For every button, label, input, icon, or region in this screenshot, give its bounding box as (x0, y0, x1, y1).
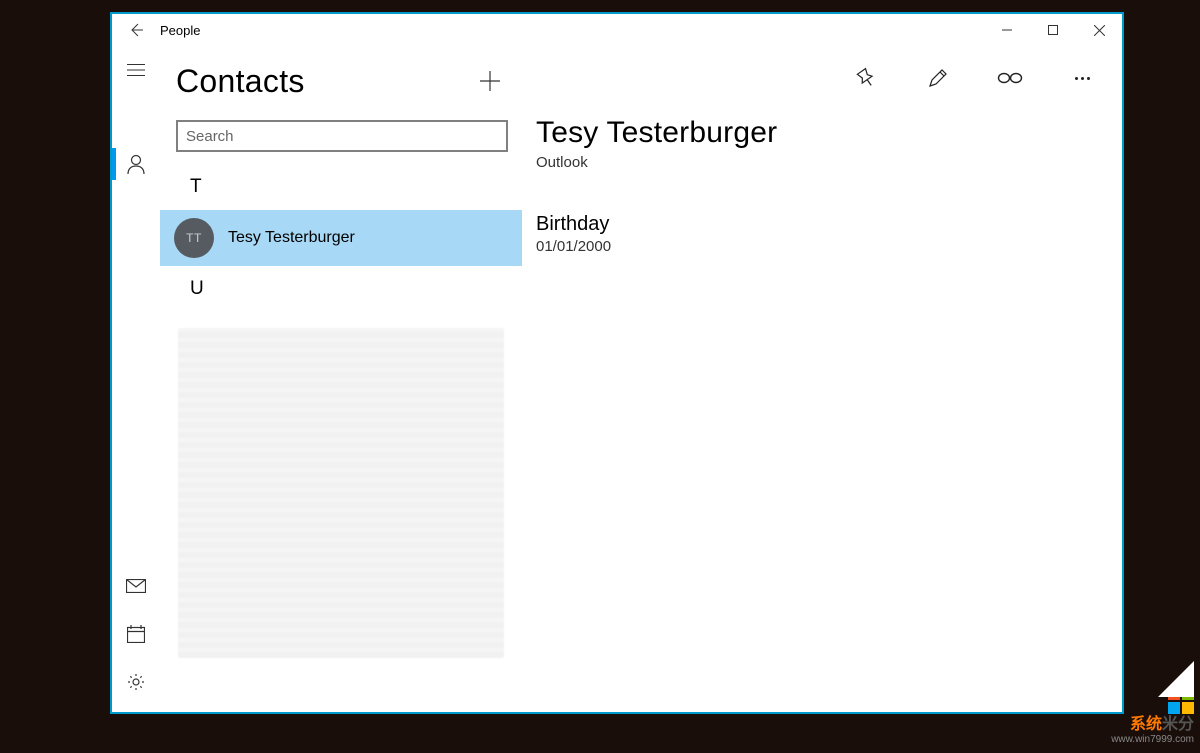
contacts-nav[interactable] (112, 140, 160, 188)
minimize-button[interactable] (984, 14, 1030, 46)
person-icon (127, 154, 145, 174)
nav-rail (112, 46, 160, 712)
maximize-button[interactable] (1030, 14, 1076, 46)
hamburger-button[interactable] (112, 46, 160, 94)
avatar: TT (174, 218, 214, 258)
field-value: 01/01/2000 (536, 238, 1122, 255)
link-button[interactable] (986, 54, 1034, 102)
contact-detail-pane: Tesy Testerburger Outlook Birthday 01/01… (522, 46, 1122, 712)
pencil-icon (927, 67, 949, 89)
contact-detail-name: Tesy Testerburger (536, 116, 1122, 150)
close-icon (1094, 25, 1105, 36)
pin-button[interactable] (842, 54, 890, 102)
group-header[interactable]: T (160, 164, 522, 210)
link-icon (997, 71, 1023, 85)
contacts-list: T TT Tesy Testerburger U (160, 164, 522, 712)
mail-nav[interactable] (112, 562, 160, 610)
back-button[interactable] (112, 14, 160, 46)
contact-row[interactable]: TT Tesy Testerburger (160, 210, 522, 266)
edit-button[interactable] (914, 54, 962, 102)
settings-nav[interactable] (112, 658, 160, 706)
contact-source: Outlook (536, 154, 1122, 171)
plus-icon (479, 70, 501, 92)
app-title: People (160, 23, 200, 38)
more-button[interactable] (1058, 54, 1106, 102)
maximize-icon (1048, 25, 1058, 35)
ellipsis-icon (1075, 77, 1090, 80)
group-header[interactable]: U (160, 266, 522, 312)
field-label: Birthday (536, 213, 1122, 236)
close-button[interactable] (1076, 14, 1122, 46)
hamburger-icon (127, 64, 145, 76)
detail-toolbar (522, 46, 1122, 110)
contacts-heading: Contacts (176, 63, 462, 100)
add-contact-button[interactable] (462, 53, 518, 109)
watermark: 系统米分 www.win7999.com (1111, 688, 1194, 745)
gear-icon (127, 673, 145, 691)
field-birthday: Birthday 01/01/2000 (536, 213, 1122, 255)
titlebar: People (112, 14, 1122, 46)
pin-icon (855, 67, 877, 89)
mail-icon (126, 579, 146, 593)
calendar-icon (127, 625, 145, 643)
calendar-nav[interactable] (112, 610, 160, 658)
contact-name: Tesy Testerburger (228, 229, 355, 247)
contacts-list-pane: Contacts T TT Tesy Testerburger U (160, 46, 522, 712)
search-input[interactable] (176, 120, 508, 152)
loading-placeholder (178, 328, 504, 658)
arrow-left-icon (128, 22, 144, 38)
minimize-icon (1002, 25, 1012, 35)
people-window: People (110, 12, 1124, 714)
